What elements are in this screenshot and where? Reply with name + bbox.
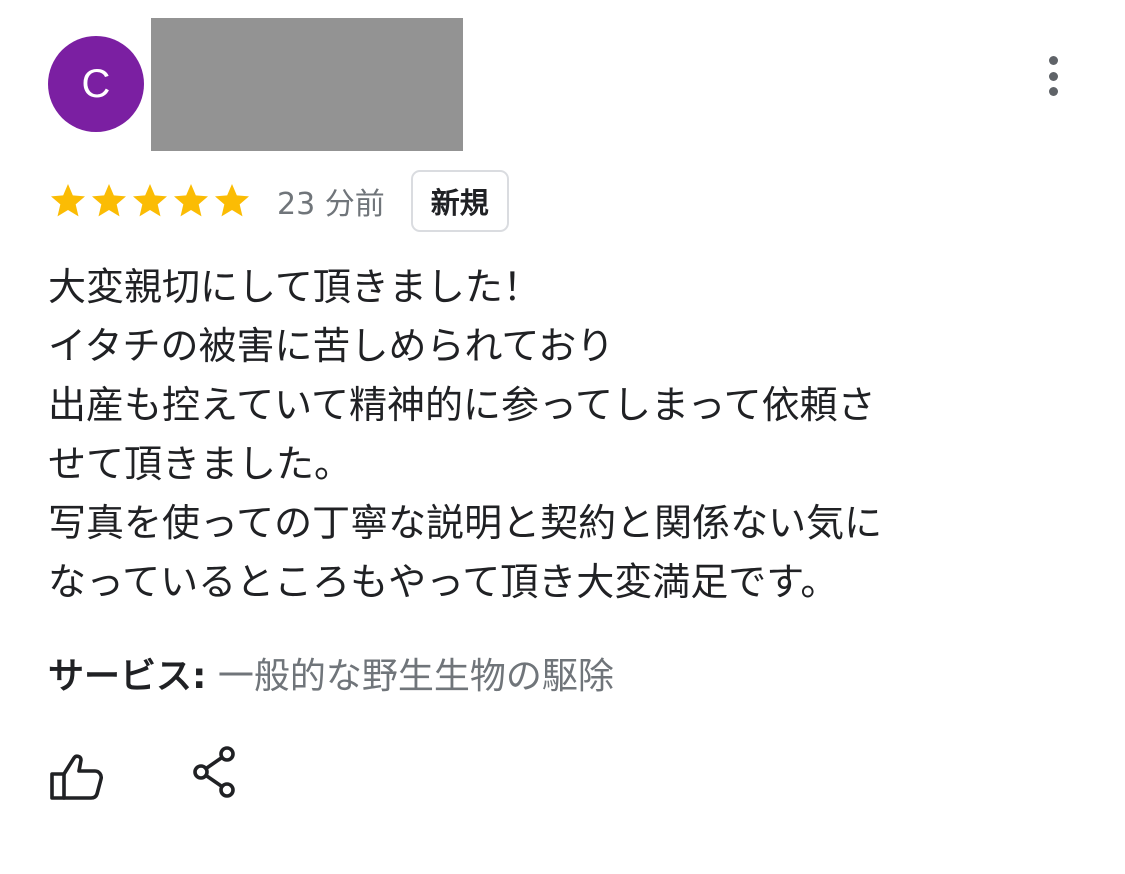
more-options-button[interactable] bbox=[1034, 52, 1072, 100]
review-line: せて頂きました。 bbox=[48, 442, 353, 486]
star-icon bbox=[174, 184, 208, 217]
avatar[interactable]: C bbox=[48, 36, 144, 132]
more-vert-icon-dot bbox=[1048, 71, 1058, 81]
review-line: なっているところもやって頂き大変満足です。 bbox=[48, 560, 839, 604]
review-line: イタチの被害に苦しめられており bbox=[48, 324, 615, 368]
review-line: 写真を使っての丁寧な説明と契約と関係ない気に bbox=[48, 501, 883, 545]
star-icon bbox=[92, 184, 126, 217]
avatar-initial: C bbox=[81, 61, 111, 106]
star-icon bbox=[51, 184, 85, 217]
share-button[interactable] bbox=[186, 742, 242, 802]
service-info: サービス: 一般的な野生生物の駆除 bbox=[48, 648, 614, 706]
review-line: 出産も控えていて精神的に参ってしまって依頼さ bbox=[48, 383, 876, 427]
star-icon bbox=[133, 184, 167, 217]
thumb-up-icon bbox=[50, 754, 103, 800]
review-line: 大変親切にして頂きました！ bbox=[48, 265, 541, 309]
like-button[interactable] bbox=[44, 748, 108, 806]
more-vert-icon-dot bbox=[1048, 87, 1058, 96]
reviewer-name-redacted bbox=[151, 18, 463, 151]
share-icon bbox=[193, 746, 235, 798]
service-label: サービス: bbox=[48, 656, 207, 697]
review-time: 23 分前 bbox=[277, 187, 385, 222]
review-text: 大変親切にして頂きました！ イタチの被害に苦しめられており 出産も控えていて精神… bbox=[48, 258, 1048, 612]
more-vert-icon-dot bbox=[1048, 56, 1058, 65]
star-icon bbox=[215, 184, 249, 217]
service-value: 一般的な野生生物の駆除 bbox=[217, 656, 614, 697]
new-badge: 新規 bbox=[410, 170, 509, 232]
rating-row: 23 分前 新規 bbox=[48, 168, 509, 234]
star-rating bbox=[48, 181, 253, 221]
